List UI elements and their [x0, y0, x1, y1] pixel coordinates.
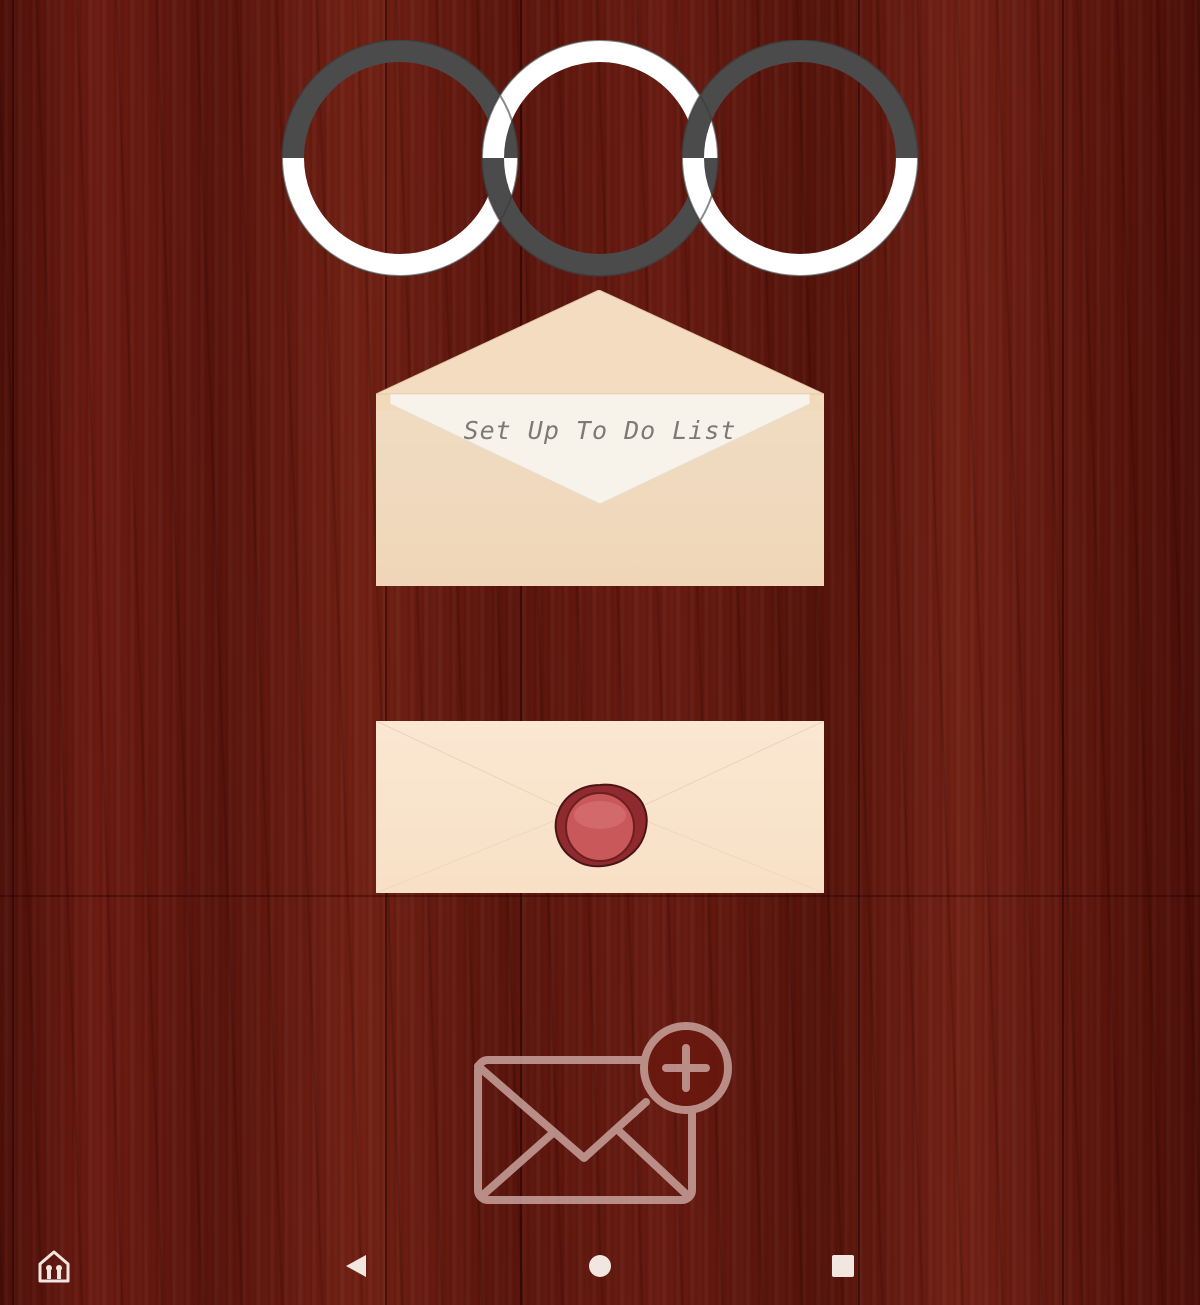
note-paper	[390, 394, 810, 504]
wood-seam-horizontal	[0, 895, 1200, 897]
wax-seal-icon	[554, 783, 648, 868]
open-envelope-card[interactable]: Set Up To Do List	[376, 290, 824, 586]
wood-seam	[12, 0, 14, 1305]
mail-plus-icon[interactable]	[470, 1020, 734, 1210]
home-app-icon[interactable]	[36, 1248, 72, 1284]
home-circle-icon[interactable]	[587, 1253, 613, 1279]
back-triangle-icon[interactable]	[340, 1251, 370, 1281]
note-title: Set Up To Do List	[463, 416, 737, 445]
progress-rings	[281, 40, 919, 277]
envelope-flap	[376, 290, 824, 410]
recents-square-icon[interactable]	[830, 1253, 856, 1279]
wood-seam	[1062, 0, 1064, 1305]
sealed-envelope-card[interactable]	[376, 721, 824, 893]
system-nav-bar	[0, 1233, 1200, 1305]
